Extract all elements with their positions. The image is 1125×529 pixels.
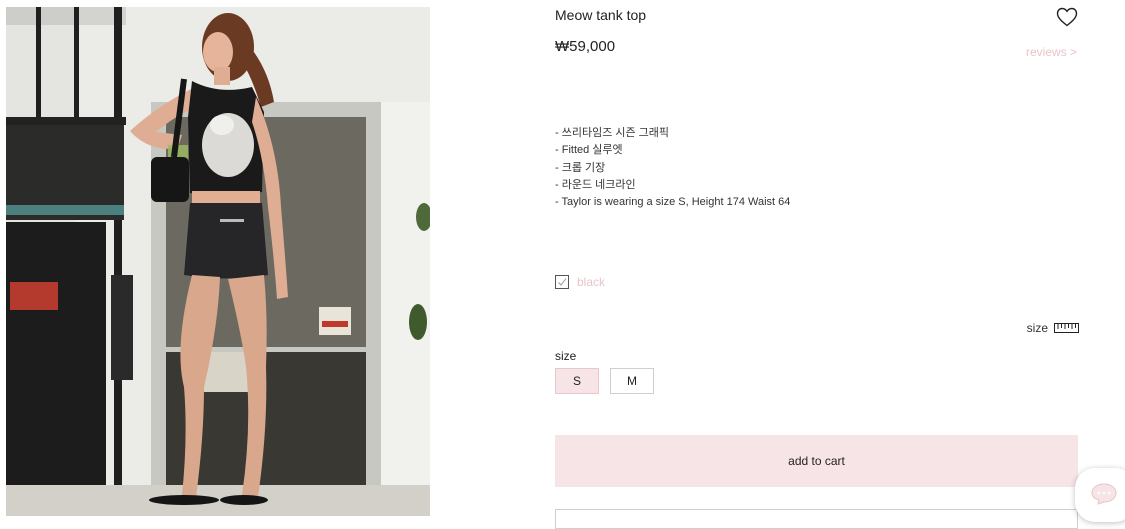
- chat-button[interactable]: [1075, 468, 1125, 522]
- heart-icon[interactable]: [1056, 7, 1078, 27]
- check-icon: [558, 278, 567, 286]
- description-line: - Taylor is wearing a size S, Height 174…: [555, 196, 791, 209]
- product-price: ₩59,000: [555, 38, 616, 55]
- description-line: - Fitted 실루엣: [555, 144, 623, 157]
- product-photo-illustration: [6, 7, 430, 516]
- reviews-link[interactable]: reviews >: [1026, 45, 1077, 59]
- chat-bubble-icon: [1091, 483, 1117, 505]
- product-title: Meow tank top: [555, 7, 647, 23]
- secondary-action-button[interactable]: [555, 509, 1078, 529]
- color-label: black: [577, 275, 606, 289]
- add-to-cart-button[interactable]: add to cart: [555, 435, 1078, 487]
- wishlist-button[interactable]: [1056, 7, 1078, 27]
- size-option-s[interactable]: S: [555, 368, 599, 394]
- product-description: - 쓰리타임즈 시즌 그래픽 - Fitted 실루엣 - 크롭 기장 - 라운…: [555, 125, 790, 211]
- size-heading: size: [555, 349, 577, 363]
- color-option-black[interactable]: black: [555, 275, 605, 289]
- size-guide-label: size: [1026, 321, 1048, 335]
- description-line: - 라운드 네크라인: [555, 178, 636, 191]
- description-line: - 크롭 기장: [555, 161, 606, 174]
- size-option-m[interactable]: M: [610, 368, 654, 394]
- color-checkbox[interactable]: [555, 275, 569, 289]
- product-image: [6, 7, 430, 516]
- size-guide-button[interactable]: size: [1027, 321, 1079, 335]
- ruler-icon: [1054, 323, 1079, 333]
- description-line: - 쓰리타임즈 시즌 그래픽: [555, 127, 670, 139]
- add-to-cart-label: add to cart: [788, 454, 845, 468]
